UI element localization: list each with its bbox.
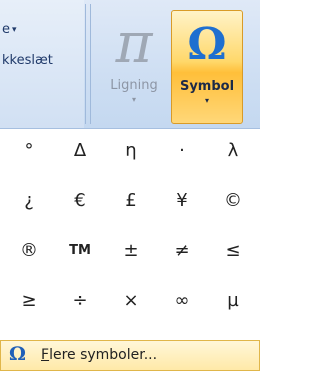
symbol-cell[interactable]: × [114, 283, 148, 317]
symbol-cell[interactable]: ¥ [165, 183, 199, 217]
symbol-cell[interactable]: € [63, 183, 97, 217]
symbol-cell[interactable]: ¿ [12, 183, 46, 217]
symbol-label: Symbol [179, 79, 235, 94]
pi-icon: π [115, 11, 153, 76]
symbol-row: ¿ € £ ¥ © [0, 179, 260, 219]
chevron-down-icon: ▾ [131, 95, 136, 104]
more-symbols-text: lere symboler... [49, 347, 158, 363]
symbol-cell[interactable]: ± [114, 233, 148, 267]
symbol-cell[interactable]: ≠ [165, 233, 199, 267]
symbol-cell[interactable]: ≥ [12, 283, 46, 317]
symbol-cell[interactable]: TM [63, 233, 97, 267]
ribbon: e ▾ kkeslæt π Ligning ▾ Ω Symbol ▾ [0, 0, 260, 129]
group-divider [85, 4, 86, 124]
menu-bottom-padding [0, 371, 260, 377]
symbol-row: ≥ ÷ × ∞ µ [0, 279, 260, 319]
chevron-down-icon: ▾ [204, 96, 209, 105]
omega-icon: Ω [187, 19, 227, 70]
symbol-row: ® TM ± ≠ ≤ [0, 229, 260, 269]
partial-ribbon-group: e ▾ kkeslæt [0, 0, 84, 128]
dropdown-arrow-icon: ▾ [12, 24, 17, 35]
more-symbols-label: Flere symboler... [41, 347, 157, 363]
ligning-button[interactable]: π Ligning ▾ [99, 10, 169, 122]
omega-icon: Ω [9, 343, 26, 365]
symbol-cell[interactable]: λ [216, 133, 250, 167]
ligning-label: Ligning [110, 78, 158, 93]
symbol-cell[interactable]: ° [12, 133, 46, 167]
symbol-cell[interactable]: · [165, 133, 199, 167]
symbol-cell[interactable]: ÷ [63, 283, 97, 317]
symbol-gallery: ° Δ η · λ ¿ € £ ¥ © ® TM ± ≠ ≤ ≥ ÷ × ∞ µ [0, 129, 260, 336]
symbol-cell[interactable]: µ [216, 283, 250, 317]
symbol-button[interactable]: Ω Symbol ▾ [171, 10, 243, 124]
symbol-cell[interactable]: ® [12, 233, 46, 267]
partial-group-label: e [2, 22, 10, 37]
symbol-cell[interactable]: £ [114, 183, 148, 217]
symbol-cell[interactable]: η [114, 133, 148, 167]
symbols-group: π Ligning ▾ Ω Symbol ▾ [91, 0, 260, 128]
partial-group-label-2[interactable]: kkeslæt [2, 53, 53, 68]
symbol-cell[interactable]: ∞ [165, 283, 199, 317]
symbol-cell[interactable]: © [216, 183, 250, 217]
more-symbols-button[interactable]: Ω Flere symboler... [0, 340, 260, 371]
mnemonic-letter: F [41, 347, 50, 363]
symbol-cell[interactable]: ≤ [216, 233, 250, 267]
symbol-row: ° Δ η · λ [0, 129, 260, 169]
symbol-cell[interactable]: Δ [63, 133, 97, 167]
partial-group-button[interactable]: e ▾ [2, 22, 17, 37]
